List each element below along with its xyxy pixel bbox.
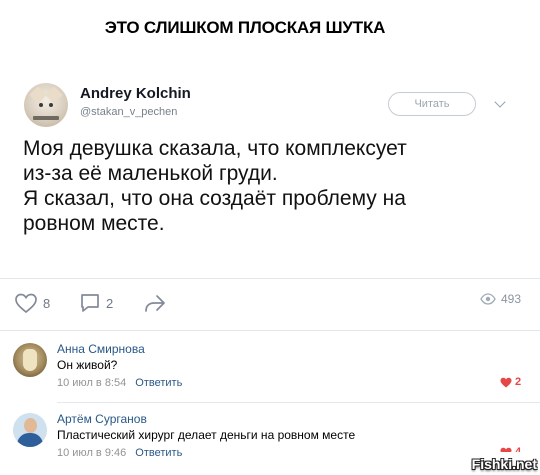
tweet-card: Andrey Kolchin @stakan_v_pechen Читать М… — [0, 70, 540, 330]
comment-date[interactable]: 10 июл в 8:54 — [57, 377, 126, 389]
like-count: 8 — [43, 295, 51, 311]
like-button[interactable]: 8 — [14, 292, 50, 314]
comment-meta: 10 июл в 9:46 Ответить — [57, 447, 182, 459]
author-avatar[interactable] — [24, 83, 68, 127]
tweet-text-line: Я сказал, что она создаёт проблему на — [23, 187, 406, 210]
comment-like-count: 2 — [515, 376, 522, 388]
share-button[interactable] — [143, 292, 167, 314]
eye-icon — [480, 293, 496, 305]
meme-caption: ЭТО СЛИШКОМ ПЛОСКАЯ ШУТКА — [104, 18, 386, 37]
reply-link[interactable]: Ответить — [135, 377, 182, 389]
share-icon — [145, 295, 165, 312]
comment-icon — [81, 294, 99, 312]
views-indicator: 493 — [480, 292, 521, 306]
comment-button[interactable]: 2 — [79, 292, 113, 314]
comment-author[interactable]: Анна Смирнова — [57, 342, 145, 356]
comment-like-button[interactable]: 2 — [500, 376, 521, 388]
follow-button[interactable]: Читать — [388, 92, 476, 116]
action-bar: 8 2 493 — [0, 292, 540, 316]
reply-link[interactable]: Ответить — [135, 447, 182, 459]
comment-author[interactable]: Артём Сурганов — [57, 412, 147, 426]
divider — [0, 278, 540, 279]
heart-icon — [15, 293, 37, 314]
author-handle[interactable]: @stakan_v_pechen — [80, 106, 177, 118]
divider — [0, 330, 540, 331]
comment-count: 2 — [106, 295, 114, 311]
tweet-text: Моя девушка сказала, что комплексует из-… — [23, 136, 493, 236]
views-count: 493 — [501, 292, 522, 306]
comment-text: Он живой? — [57, 358, 118, 372]
author-name[interactable]: Andrey Kolchin — [80, 85, 191, 102]
avatar[interactable] — [13, 343, 47, 377]
avatar[interactable] — [13, 413, 47, 447]
tweet-text-line: Моя девушка сказала, что комплексует — [23, 137, 407, 160]
comment-date[interactable]: 10 июл в 9:46 — [57, 447, 126, 459]
chevron-down-icon[interactable] — [494, 96, 506, 108]
heart-icon — [500, 377, 512, 387]
tweet-text-line: ровном месте. — [23, 212, 165, 235]
watermark-text: Fishki.net — [471, 456, 537, 472]
comment-meta: 10 июл в 8:54 Ответить — [57, 377, 182, 389]
divider — [57, 402, 540, 403]
comment-text: Пластический хирург делает деньги на ров… — [57, 428, 356, 442]
watermark: Fishki.net — [470, 452, 540, 475]
tweet-text-line: из-за её маленькой груди. — [23, 162, 278, 185]
